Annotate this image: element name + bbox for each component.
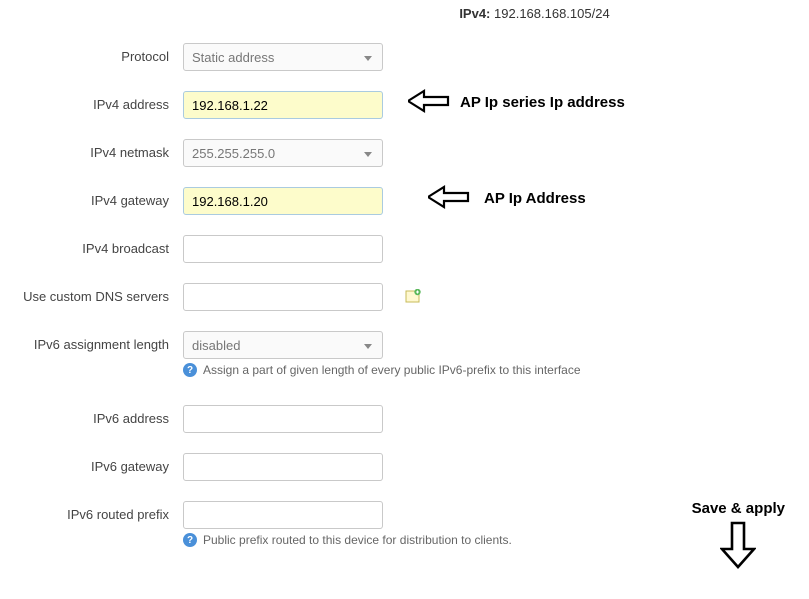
ipv4-header-label: IPv4:: [459, 6, 490, 21]
row-ipv6-routed-prefix: IPv6 routed prefix ? Public prefix route…: [0, 501, 809, 547]
label-ipv6-address: IPv6 address: [0, 405, 183, 426]
annotation-arrow-icon: [428, 185, 472, 209]
annotation-save-apply-text: Save & apply: [692, 500, 785, 517]
info-icon: ?: [183, 533, 197, 547]
row-ipv6-assign-len: IPv6 assignment length disabled ? Assign…: [0, 331, 809, 377]
row-ipv4-gateway: IPv4 gateway AP Ip Address: [0, 187, 809, 215]
row-protocol: Protocol Static address: [0, 43, 809, 71]
ipv4-header-value: 192.168.168.105/24: [494, 6, 610, 21]
hint-ipv6-routed-prefix: ? Public prefix routed to this device fo…: [183, 533, 512, 547]
protocol-select-value: Static address: [192, 50, 274, 65]
hint-text: Public prefix routed to this device for …: [203, 533, 512, 547]
info-icon: ?: [183, 363, 197, 377]
row-ipv6-gateway: IPv6 gateway: [0, 453, 809, 481]
row-ipv4-address: IPv4 address AP Ip series Ip address: [0, 91, 809, 119]
ipv4-address-input[interactable]: [183, 91, 383, 119]
add-note-icon[interactable]: [405, 289, 421, 303]
label-custom-dns: Use custom DNS servers: [0, 283, 183, 304]
hint-ipv6-assign-len: ? Assign a part of given length of every…: [183, 363, 581, 377]
label-ipv4-gateway: IPv4 gateway: [0, 187, 183, 208]
annotation-ap-series: AP Ip series Ip address: [460, 94, 625, 111]
ipv6-assign-len-select[interactable]: disabled: [183, 331, 383, 359]
annotation-ap-address: AP Ip Address: [484, 190, 586, 207]
label-ipv6-assign-len: IPv6 assignment length: [0, 331, 183, 352]
form: Protocol Static address IPv4 address AP …: [0, 33, 809, 547]
row-ipv4-broadcast: IPv4 broadcast: [0, 235, 809, 263]
header: IPv4: 192.168.168.105/24: [260, 0, 809, 33]
row-custom-dns: Use custom DNS servers: [0, 283, 809, 311]
ipv6-assign-len-value: disabled: [192, 338, 240, 353]
ipv4-gateway-input[interactable]: [183, 187, 383, 215]
annotation-arrow-icon: [408, 89, 452, 113]
ipv6-routed-prefix-input[interactable]: [183, 501, 383, 529]
row-ipv6-address: IPv6 address: [0, 405, 809, 433]
ipv6-address-input[interactable]: [183, 405, 383, 433]
label-ipv4-netmask: IPv4 netmask: [0, 139, 183, 160]
arrow-down-icon: [720, 521, 756, 569]
label-ipv6-routed-prefix: IPv6 routed prefix: [0, 501, 183, 522]
ipv6-gateway-input[interactable]: [183, 453, 383, 481]
annotation-save-apply: Save & apply: [692, 500, 785, 569]
hint-text: Assign a part of given length of every p…: [203, 363, 581, 377]
label-protocol: Protocol: [0, 43, 183, 64]
label-ipv4-broadcast: IPv4 broadcast: [0, 235, 183, 256]
custom-dns-input[interactable]: [183, 283, 383, 311]
row-ipv4-netmask: IPv4 netmask 255.255.255.0: [0, 139, 809, 167]
ipv4-broadcast-input[interactable]: [183, 235, 383, 263]
protocol-select[interactable]: Static address: [183, 43, 383, 71]
label-ipv6-gateway: IPv6 gateway: [0, 453, 183, 474]
ipv4-netmask-value: 255.255.255.0: [192, 146, 275, 161]
label-ipv4-address: IPv4 address: [0, 91, 183, 112]
ipv4-netmask-select[interactable]: 255.255.255.0: [183, 139, 383, 167]
